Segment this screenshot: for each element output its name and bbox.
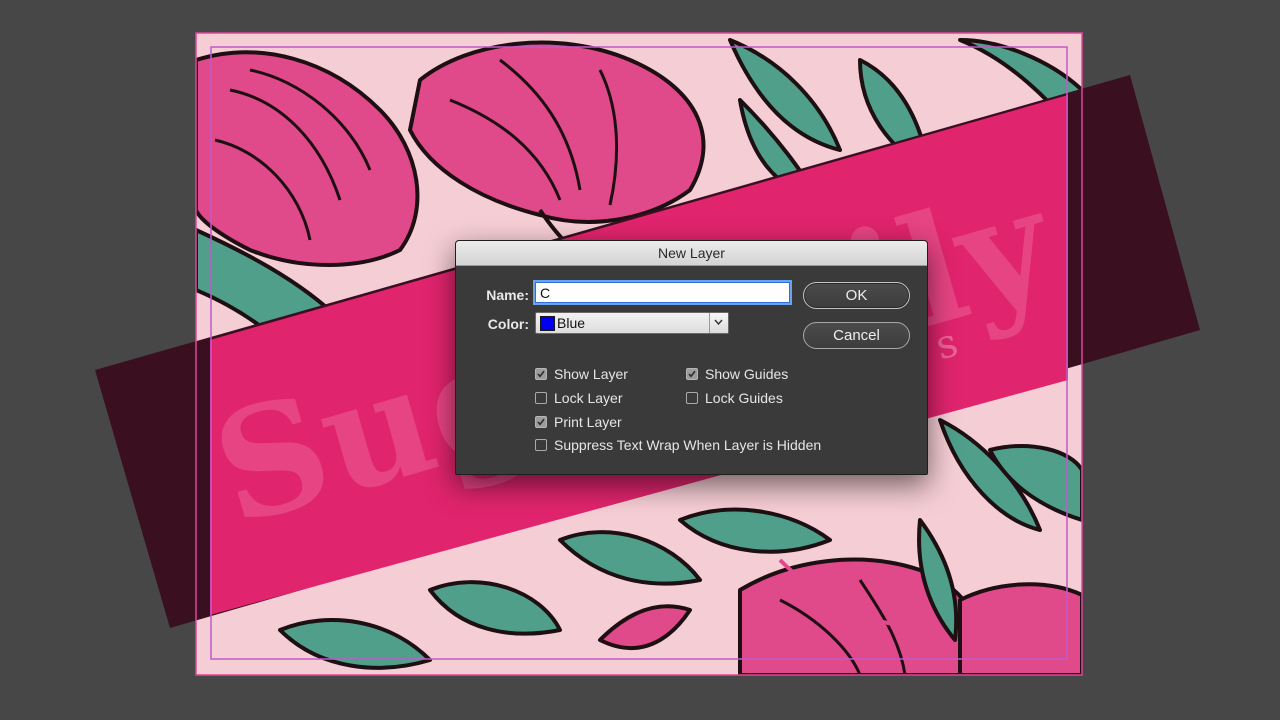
print-layer-label: Print Layer (554, 414, 622, 430)
checkbox-checked-icon[interactable] (686, 368, 698, 380)
suppress-text-wrap-label: Suppress Text Wrap When Layer is Hidden (554, 437, 822, 453)
cancel-button[interactable]: Cancel (803, 322, 910, 349)
color-select-value: Blue (557, 315, 586, 331)
ok-button[interactable]: OK (803, 282, 910, 309)
lock-guides-label: Lock Guides (705, 390, 783, 406)
lock-layer-label: Lock Layer (554, 390, 623, 406)
show-layer-label: Show Layer (554, 366, 628, 382)
checkbox-unchecked-icon[interactable] (535, 439, 547, 451)
checkbox-checked-icon[interactable] (535, 416, 547, 428)
show-guides-checkbox[interactable]: Show Guides (686, 366, 788, 382)
checkbox-unchecked-icon[interactable] (686, 392, 698, 404)
lock-guides-checkbox[interactable]: Lock Guides (686, 390, 783, 406)
suppress-text-wrap-checkbox[interactable]: Suppress Text Wrap When Layer is Hidden (535, 437, 821, 453)
new-layer-dialog: New Layer Name: Color: Blue OK Cancel Sh… (455, 240, 928, 475)
print-layer-checkbox[interactable]: Print Layer (535, 414, 622, 430)
checkbox-checked-icon[interactable] (535, 368, 547, 380)
lock-layer-checkbox[interactable]: Lock Layer (535, 390, 622, 406)
name-label: Name: (486, 287, 529, 303)
layer-color-select[interactable]: Blue (535, 312, 729, 334)
chevron-down-icon[interactable] (709, 313, 728, 333)
show-layer-checkbox[interactable]: Show Layer (535, 366, 628, 382)
checkbox-unchecked-icon[interactable] (535, 392, 547, 404)
show-guides-label: Show Guides (705, 366, 789, 382)
color-label: Color: (487, 316, 529, 332)
layer-name-input[interactable] (533, 280, 792, 305)
color-swatch (540, 316, 555, 331)
dialog-title: New Layer (456, 241, 927, 266)
